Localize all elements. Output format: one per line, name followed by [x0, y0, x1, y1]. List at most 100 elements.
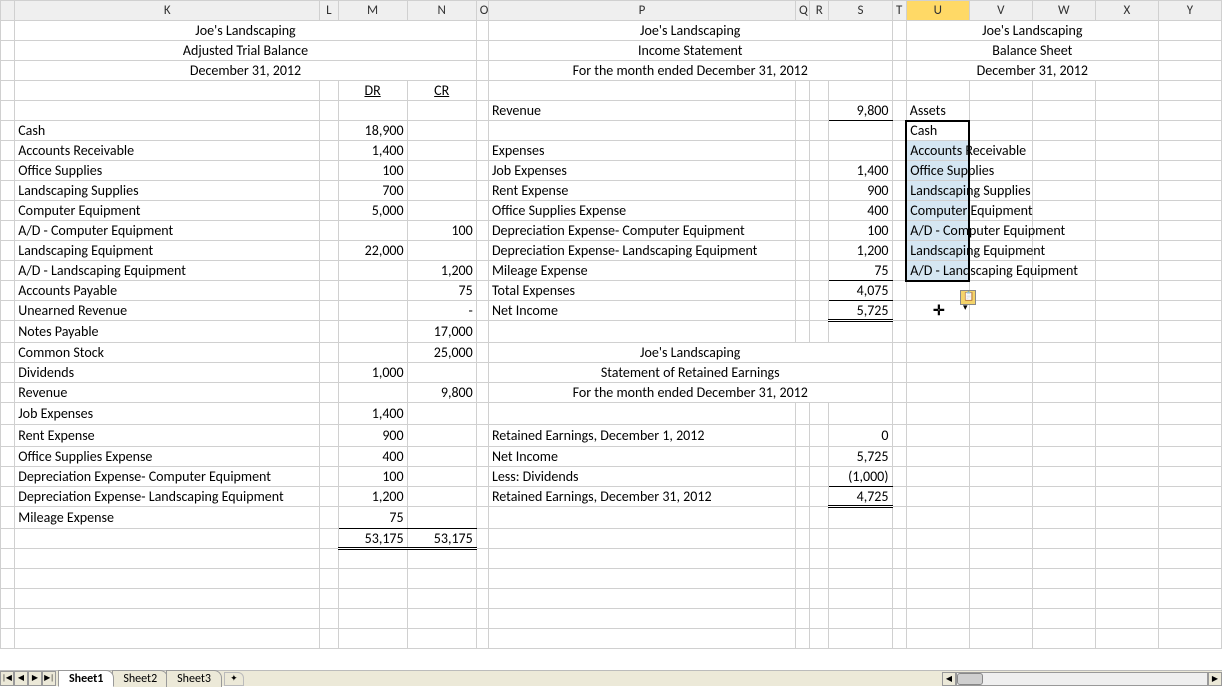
cell[interactable]	[795, 609, 809, 629]
cell[interactable]	[969, 321, 1032, 343]
cell[interactable]: 4,725	[829, 487, 892, 507]
cell[interactable]	[795, 549, 809, 569]
cell[interactable]	[906, 81, 969, 101]
cell[interactable]	[407, 101, 476, 121]
cell[interactable]	[1032, 447, 1095, 467]
cell[interactable]	[892, 609, 906, 629]
cell[interactable]	[488, 609, 795, 629]
cell[interactable]	[1158, 447, 1221, 467]
cell[interactable]	[1, 549, 15, 569]
cell[interactable]	[1, 447, 15, 467]
cell[interactable]	[320, 629, 338, 649]
cell[interactable]	[906, 589, 969, 609]
cell[interactable]	[338, 569, 407, 589]
cell[interactable]	[1, 425, 15, 447]
cell[interactable]	[476, 121, 488, 141]
cell[interactable]: Income Statement	[488, 41, 892, 61]
cell[interactable]: Office Supplies	[906, 161, 969, 181]
cell[interactable]	[1158, 121, 1221, 141]
cell[interactable]	[476, 549, 488, 569]
cell[interactable]	[1032, 81, 1095, 101]
cell[interactable]: Cash	[906, 121, 969, 141]
cell[interactable]	[892, 569, 906, 589]
cell[interactable]	[892, 81, 906, 101]
cell[interactable]	[476, 529, 488, 549]
cell[interactable]	[1032, 161, 1095, 181]
cell[interactable]: Expenses	[488, 141, 795, 161]
cell[interactable]	[1095, 609, 1158, 629]
cell[interactable]	[810, 81, 829, 101]
cell[interactable]	[1032, 609, 1095, 629]
cell[interactable]	[829, 321, 892, 343]
col-header-V[interactable]: V	[969, 1, 1032, 21]
cell[interactable]	[810, 241, 829, 261]
cell[interactable]	[320, 403, 338, 425]
cell[interactable]	[1032, 101, 1095, 121]
cell[interactable]	[1, 529, 15, 549]
cell[interactable]	[892, 529, 906, 549]
cell[interactable]: Mileage Expense	[488, 261, 795, 281]
cell[interactable]	[1158, 61, 1221, 81]
cell[interactable]	[476, 403, 488, 425]
cell[interactable]	[407, 121, 476, 141]
cell[interactable]: Computer Equipment	[15, 201, 320, 221]
cell[interactable]	[795, 425, 809, 447]
cell[interactable]	[906, 383, 969, 403]
cell[interactable]	[338, 281, 407, 301]
col-header-W[interactable]: W	[1032, 1, 1095, 21]
cell[interactable]	[906, 569, 969, 589]
cell[interactable]	[892, 121, 906, 141]
cell[interactable]: A/D - Computer Equipment	[906, 221, 969, 241]
cell[interactable]	[407, 403, 476, 425]
cell[interactable]: Depreciation Expense- Landscaping Equipm…	[488, 241, 795, 261]
cell[interactable]	[1095, 383, 1158, 403]
cell[interactable]	[488, 321, 795, 343]
cell[interactable]: 17,000	[407, 321, 476, 343]
cell[interactable]	[810, 301, 829, 321]
spreadsheet-grid[interactable]: KLMNOPQRSTUVWXY Joe's LandscapingJoe's L…	[0, 0, 1222, 649]
cell[interactable]	[1095, 221, 1158, 241]
cell[interactable]	[476, 201, 488, 221]
cell[interactable]	[906, 487, 969, 507]
cell[interactable]	[1, 221, 15, 241]
cell[interactable]: DR	[338, 81, 407, 101]
cell[interactable]	[320, 241, 338, 261]
cell[interactable]	[476, 363, 488, 383]
cell[interactable]	[407, 181, 476, 201]
cell[interactable]	[320, 487, 338, 507]
cell[interactable]	[892, 629, 906, 649]
hscroll-thumb[interactable]	[957, 673, 983, 685]
cell[interactable]	[892, 507, 906, 529]
cell[interactable]	[892, 589, 906, 609]
cell[interactable]	[1095, 101, 1158, 121]
cell[interactable]: 22,000	[338, 241, 407, 261]
cell[interactable]	[1, 61, 15, 81]
cell[interactable]	[969, 487, 1032, 507]
cell[interactable]	[829, 529, 892, 549]
cell[interactable]	[1158, 383, 1221, 403]
cell[interactable]	[407, 201, 476, 221]
cell[interactable]	[338, 343, 407, 363]
cell[interactable]	[829, 507, 892, 529]
col-header-T[interactable]: T	[892, 1, 906, 21]
cell[interactable]	[320, 609, 338, 629]
cell[interactable]	[476, 569, 488, 589]
cell[interactable]	[810, 487, 829, 507]
cell[interactable]	[1032, 487, 1095, 507]
cell[interactable]: Revenue	[488, 101, 795, 121]
cell[interactable]: 75	[407, 281, 476, 301]
cell[interactable]	[1, 101, 15, 121]
cell[interactable]	[1, 589, 15, 609]
cell[interactable]	[906, 447, 969, 467]
cell[interactable]: 1,400	[338, 403, 407, 425]
cell[interactable]: December 31, 2012	[15, 61, 477, 81]
cell[interactable]	[892, 101, 906, 121]
cell[interactable]	[1158, 425, 1221, 447]
cell[interactable]	[488, 629, 795, 649]
cell[interactable]	[795, 241, 809, 261]
cell[interactable]	[906, 403, 969, 425]
cell[interactable]	[810, 507, 829, 529]
cell[interactable]	[892, 467, 906, 487]
cell[interactable]: 900	[338, 425, 407, 447]
cell[interactable]	[320, 529, 338, 549]
